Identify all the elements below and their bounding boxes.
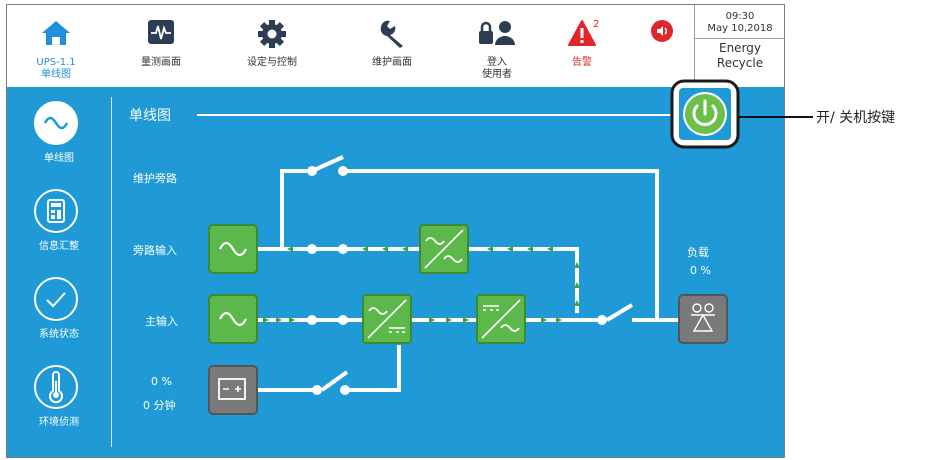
mode-line-1: Energy (718, 41, 761, 55)
battery-line-right (345, 345, 401, 392)
measure-tab[interactable]: 量测画面 (111, 5, 211, 87)
battery-block[interactable] (208, 365, 258, 415)
rectifier-module[interactable] (362, 294, 412, 344)
home-tab-label-1: UPS-1.1 (36, 57, 76, 68)
waveform-icon (147, 19, 175, 49)
settings-tab-label: 设定与控制 (247, 57, 297, 68)
home-tab[interactable]: UPS-1.1 单线图 (11, 5, 101, 90)
maintenance-tab-label: 维护画面 (372, 57, 412, 68)
junction-dot (338, 166, 348, 176)
junction-dot (307, 244, 317, 254)
home-icon (41, 19, 71, 51)
login-tab[interactable]: 登入 使用者 (442, 5, 552, 87)
measure-tab-label: 量测画面 (141, 57, 181, 68)
junction-dot (338, 315, 348, 325)
callout-line (738, 116, 813, 118)
load-block[interactable] (678, 294, 728, 344)
junction-dot (307, 166, 317, 176)
settings-tab[interactable]: 设定与控制 (217, 5, 327, 87)
bypass-input-label: 旁路输入 (133, 244, 177, 257)
login-tab-label-1: 登入 (487, 57, 507, 68)
maint-bypass-line-left (251, 169, 307, 251)
home-tab-label-2: 单线图 (41, 69, 71, 80)
main-source-block[interactable] (208, 294, 258, 344)
single-line-diagram (208, 155, 728, 415)
operating-mode: Energy Recycle (695, 41, 785, 81)
clock-date: May 10,2018 (707, 23, 773, 34)
login-tab-label-2: 使用者 (482, 69, 512, 80)
junction-dot (597, 315, 607, 325)
mute-button[interactable] (627, 5, 697, 87)
load-percent: 0 % (690, 264, 711, 277)
power-button-callout: 开/ 关机按键 (816, 110, 896, 126)
bypass-source-block[interactable] (208, 224, 258, 274)
alarm-count-badge: 2 (593, 19, 600, 30)
junction-dot (338, 244, 348, 254)
static-switch-module[interactable] (419, 224, 469, 274)
alarm-tab[interactable]: 2 告警 (537, 5, 627, 87)
output-switch (605, 303, 634, 322)
wrench-icon (377, 19, 407, 53)
junction-dot (340, 385, 350, 395)
main-input-label: 主输入 (145, 315, 178, 328)
gear-icon (257, 19, 287, 53)
top-toolbar: UPS-1.1 单线图 量测画面 设定与控制 维护画面 登入 使用者 2 告警 … (7, 5, 785, 90)
speaker-icon (650, 19, 674, 47)
main-panel: 单线图 信息汇整 系统状态 环境侦测 单线图 维护旁路 旁路输入 主输入 0 %… (7, 87, 784, 457)
status-divider (695, 38, 785, 39)
maintenance-bypass-label: 维护旁路 (133, 172, 177, 185)
junction-dot (307, 315, 317, 325)
ups-screen: UPS-1.1 单线图 量测画面 设定与控制 维护画面 登入 使用者 2 告警 … (6, 4, 785, 458)
maintenance-tab[interactable]: 维护画面 (337, 5, 447, 87)
user-lock-icon (477, 19, 517, 51)
battery-runtime: 0 分钟 (143, 399, 176, 412)
clock-time: 09:30 (725, 11, 755, 22)
bypass-input-line (251, 247, 579, 313)
inverter-module[interactable] (476, 294, 526, 344)
power-button[interactable] (670, 79, 740, 149)
status-panel: 09:30 May 10,2018 Energy Recycle (694, 5, 785, 87)
battery-percent: 0 % (151, 375, 172, 388)
junction-dot (312, 385, 322, 395)
maint-bypass-switch (311, 155, 344, 173)
mode-line-2: Recycle (716, 56, 764, 70)
alarm-tab-label: 告警 (572, 57, 592, 68)
load-label: 负载 (687, 246, 709, 259)
